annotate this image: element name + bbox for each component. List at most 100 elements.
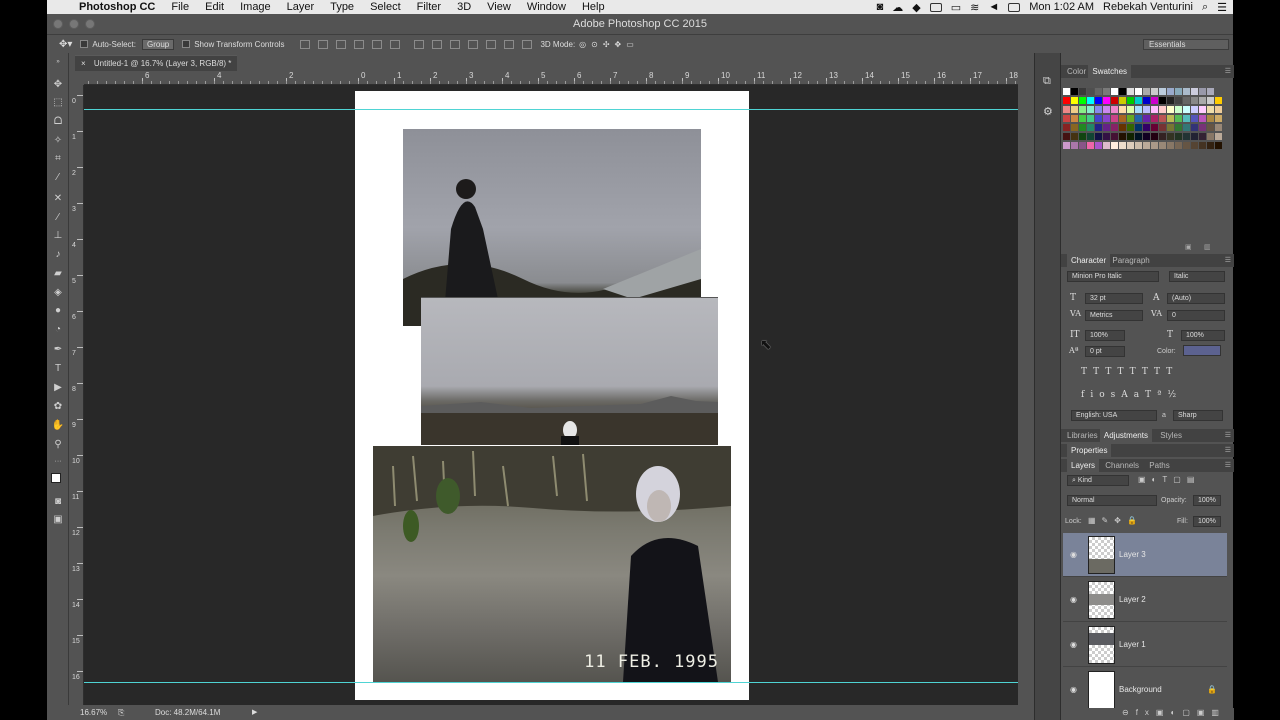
brush-tool-icon[interactable]: ∕ [51, 212, 65, 224]
swatch[interactable] [1199, 106, 1206, 113]
swatch[interactable] [1143, 106, 1150, 113]
align-center-icon[interactable] [372, 39, 383, 49]
swatch[interactable] [1167, 124, 1174, 131]
swatch[interactable] [1167, 142, 1174, 149]
swatch[interactable] [1175, 115, 1182, 122]
move-tool-icon[interactable]: ✥ [51, 79, 65, 91]
swatch[interactable] [1127, 124, 1134, 131]
text-color-swatch[interactable] [1183, 345, 1221, 356]
swatch[interactable] [1119, 106, 1126, 113]
menu-help[interactable]: Help [574, 1, 613, 13]
swatch[interactable] [1159, 133, 1166, 140]
swatch[interactable] [1079, 106, 1086, 113]
tab-layers[interactable]: Layers [1067, 459, 1100, 472]
close-window-button[interactable] [53, 19, 63, 29]
swatch[interactable] [1095, 106, 1102, 113]
swatch[interactable] [1199, 142, 1206, 149]
font-style-dropdown[interactable]: Italic [1169, 271, 1225, 282]
swatch[interactable] [1071, 115, 1078, 122]
horizontal-scale-field[interactable]: 100% [1181, 330, 1225, 341]
layer-row[interactable]: ◉ Layer 1 [1063, 623, 1227, 667]
swatch[interactable] [1119, 133, 1126, 140]
swatch[interactable] [1207, 115, 1214, 122]
vertical-scrollbar[interactable] [1018, 71, 1034, 705]
swatch[interactable] [1063, 133, 1070, 140]
layer-actions-bar[interactable]: ⊖fx▣◐▢▣▥ [1061, 708, 1234, 720]
blend-mode-dropdown[interactable]: Normal [1067, 495, 1157, 506]
menu-type[interactable]: Type [322, 1, 362, 13]
swatch[interactable] [1135, 97, 1142, 104]
eye-icon[interactable]: ◉ [1070, 685, 1077, 694]
menu-select[interactable]: Select [362, 1, 409, 13]
tab-paths[interactable]: Paths [1149, 461, 1169, 470]
swatch[interactable] [1103, 97, 1110, 104]
swatch[interactable] [1167, 97, 1174, 104]
layer-filter-kind-dropdown[interactable]: ⌕ Kind [1067, 475, 1129, 486]
guide-bottom[interactable] [84, 682, 1018, 683]
tab-swatches[interactable]: Swatches [1088, 65, 1132, 78]
notification-center-icon[interactable]: ☰ [1217, 1, 1227, 14]
paint-bucket-tool-icon[interactable]: ◈ [51, 287, 65, 299]
vertical-scale-field[interactable]: 100% [1085, 330, 1125, 341]
tab-channels[interactable]: Channels [1105, 461, 1139, 470]
lock-icons[interactable]: ▦✎✥🔒 [1088, 516, 1143, 525]
swatch[interactable] [1079, 115, 1086, 122]
baseline-shift-field[interactable]: 0 pt [1085, 346, 1125, 357]
swatch[interactable] [1151, 124, 1158, 131]
swatch[interactable] [1087, 133, 1094, 140]
close-tab-icon[interactable]: × [81, 59, 86, 68]
swatch[interactable] [1135, 142, 1142, 149]
swatches-grid[interactable] [1063, 82, 1229, 154]
export-icon[interactable]: ⎘ [118, 705, 124, 720]
swatch[interactable] [1103, 88, 1110, 95]
swatch[interactable] [1175, 97, 1182, 104]
swatch[interactable] [1127, 106, 1134, 113]
swatch[interactable] [1167, 115, 1174, 122]
menu-image[interactable]: Image [232, 1, 279, 13]
swatch[interactable] [1143, 97, 1150, 104]
tab-libraries[interactable]: Libraries [1067, 431, 1098, 440]
swatch[interactable] [1199, 133, 1206, 140]
swatch[interactable] [1175, 133, 1182, 140]
history-brush-tool-icon[interactable]: ♪ [51, 249, 65, 261]
clone-stamp-tool-icon[interactable]: ⊥ [51, 230, 65, 242]
workspace-dropdown[interactable]: Essentials [1143, 39, 1229, 50]
auto-select-checkbox[interactable] [80, 40, 89, 48]
swatch[interactable] [1103, 115, 1110, 122]
swatch[interactable] [1063, 115, 1070, 122]
swatch[interactable] [1215, 142, 1222, 149]
swatch[interactable] [1191, 97, 1198, 104]
tab-properties[interactable]: Properties [1067, 444, 1112, 457]
hand-tool-icon[interactable]: ✋ [51, 420, 65, 432]
opacity-field[interactable]: 100% [1193, 495, 1221, 506]
swatch[interactable] [1111, 142, 1118, 149]
swatch[interactable] [1207, 142, 1214, 149]
tracking-field[interactable]: 0 [1167, 310, 1225, 321]
swatch[interactable] [1191, 124, 1198, 131]
swatch[interactable] [1071, 142, 1078, 149]
auto-align-icon[interactable] [522, 39, 533, 49]
swatch[interactable] [1191, 115, 1198, 122]
new-swatch-icon[interactable]: ▣ [1185, 243, 1192, 251]
swatch[interactable] [1079, 133, 1086, 140]
marquee-tool-icon[interactable]: ⬚ [51, 97, 65, 109]
tab-styles[interactable]: Styles [1160, 431, 1182, 440]
more-tools-icon[interactable]: ··· [51, 456, 65, 468]
layer-row[interactable]: ◉ Layer 3 [1063, 533, 1227, 577]
swatch[interactable] [1103, 142, 1110, 149]
swatch[interactable] [1095, 142, 1102, 149]
swatch[interactable] [1207, 106, 1214, 113]
distribute-left-icon[interactable] [468, 39, 479, 49]
swatch[interactable] [1151, 106, 1158, 113]
font-family-dropdown[interactable]: Minion Pro Italic [1067, 271, 1159, 282]
swatch[interactable] [1063, 88, 1070, 95]
menu-edit[interactable]: Edit [197, 1, 232, 13]
healing-brush-tool-icon[interactable]: ✕ [51, 193, 65, 205]
antialias-dropdown[interactable]: Sharp [1173, 410, 1223, 421]
pen-tool-icon[interactable]: ✒ [51, 344, 65, 356]
swatch[interactable] [1191, 133, 1198, 140]
swatch[interactable] [1127, 115, 1134, 122]
distribute-bottom-icon[interactable] [450, 39, 461, 49]
swatch[interactable] [1119, 142, 1126, 149]
status-menu-arrow-icon[interactable]: ▶ [252, 705, 257, 720]
